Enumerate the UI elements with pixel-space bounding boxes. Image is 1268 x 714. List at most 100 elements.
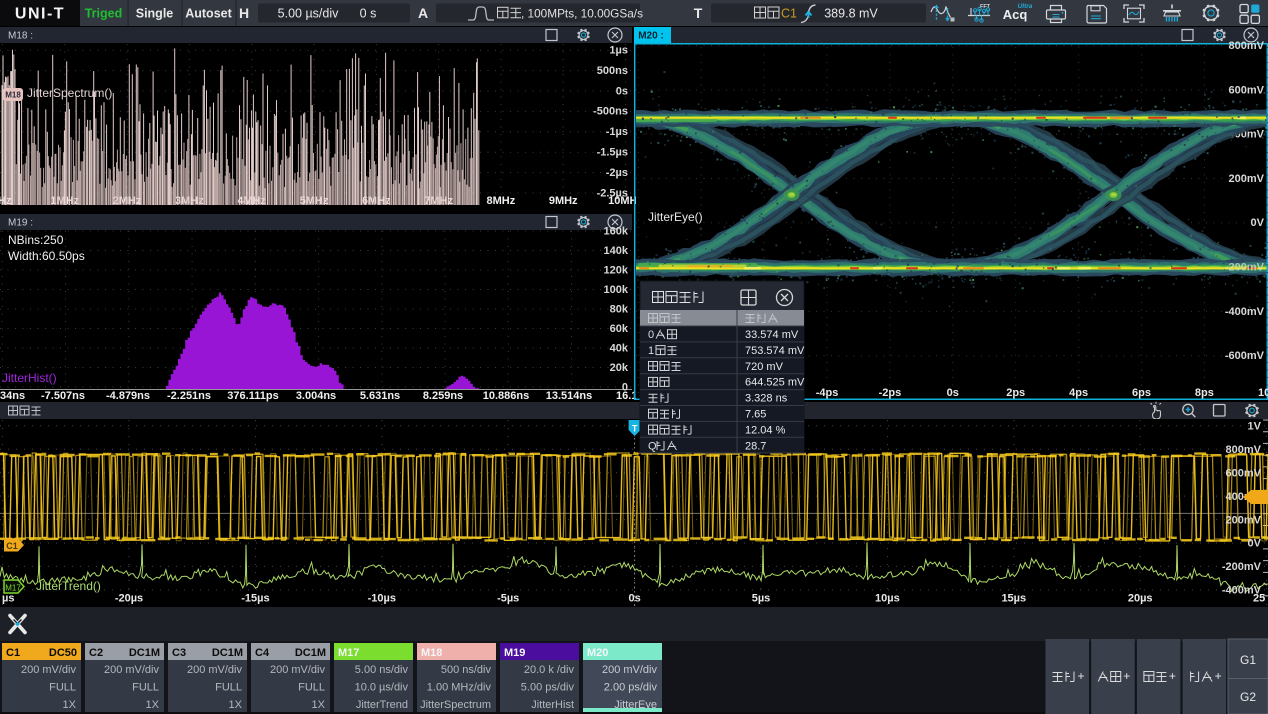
svg-text:C3: C3: [172, 647, 186, 659]
svg-text:644.525 mV: 644.525 mV: [745, 377, 805, 389]
svg-text:JitterHist: JitterHist: [531, 699, 574, 711]
svg-text:720 mV: 720 mV: [745, 361, 784, 373]
svg-text:60k: 60k: [610, 323, 629, 335]
svg-text:1: 1: [648, 345, 654, 357]
svg-text:FULL: FULL: [49, 682, 76, 694]
svg-text:10.886ns: 10.886ns: [483, 390, 529, 402]
svg-text:-2.5µs: -2.5µs: [597, 187, 628, 199]
svg-text:28.7: 28.7: [745, 440, 766, 452]
svg-text:20µs: 20µs: [1128, 593, 1153, 605]
svg-text:8ps: 8ps: [1195, 387, 1214, 399]
svg-text:100k: 100k: [604, 284, 629, 296]
svg-text:-600mV: -600mV: [1225, 350, 1265, 362]
svg-text:C1: C1: [6, 541, 18, 551]
svg-text:DC50: DC50: [49, 647, 77, 659]
svg-text:FULL: FULL: [215, 682, 242, 694]
svg-text:200mV: 200mV: [1226, 514, 1262, 526]
svg-text:+: +: [1123, 669, 1130, 683]
svg-text:Q: Q: [648, 440, 657, 452]
svg-text:-10µs: -10µs: [368, 593, 396, 605]
svg-text:0s: 0s: [628, 593, 640, 605]
svg-text:JitterSpectrum(): JitterSpectrum(): [27, 86, 112, 100]
svg-text:Autoset: Autoset: [185, 7, 232, 21]
svg-text:600mV: 600mV: [1226, 467, 1262, 479]
svg-text:-15µs: -15µs: [241, 593, 269, 605]
svg-text:0V: 0V: [1251, 217, 1265, 229]
svg-text:µs: µs: [2, 593, 14, 605]
svg-text:JitterHist(): JitterHist(): [2, 371, 57, 385]
svg-text:5.00 µs/div: 5.00 µs/div: [278, 7, 339, 21]
svg-text:M19: M19: [504, 647, 525, 659]
svg-text:389.8 mV: 389.8 mV: [824, 7, 878, 21]
svg-text:A: A: [418, 5, 428, 21]
svg-text:JitterSpectrum: JitterSpectrum: [420, 699, 491, 711]
svg-text:M17: M17: [338, 647, 359, 659]
svg-text:34ns: 34ns: [0, 390, 25, 402]
svg-text:C1: C1: [6, 647, 20, 659]
svg-text:200 mV/div: 200 mV/div: [187, 664, 243, 676]
svg-text:140k: 140k: [604, 245, 629, 257]
svg-text:M20: M20: [587, 647, 608, 659]
svg-text:-400mV: -400mV: [1222, 585, 1262, 597]
svg-text:3.328 ns: 3.328 ns: [745, 393, 788, 405]
svg-text:T: T: [632, 424, 638, 434]
svg-text:4ps: 4ps: [1069, 387, 1088, 399]
svg-text:2.00 ps/div: 2.00 ps/div: [604, 682, 658, 694]
svg-text:JitterTrend: JitterTrend: [356, 699, 408, 711]
svg-text:1X: 1X: [146, 699, 160, 711]
svg-text:800mV: 800mV: [1229, 40, 1265, 52]
svg-text:Ultra: Ultra: [1018, 3, 1033, 10]
svg-text:1µs: 1µs: [609, 45, 628, 57]
svg-text:Width:60.50ps: Width:60.50ps: [8, 249, 85, 263]
svg-text:10.0 µs/div: 10.0 µs/div: [355, 682, 409, 694]
svg-text:M18 :: M18 :: [8, 31, 33, 42]
svg-text:-1µs: -1µs: [606, 126, 628, 138]
svg-text:Triged: Triged: [85, 7, 123, 21]
svg-text:JitterEye(): JitterEye(): [648, 210, 703, 224]
svg-text:200mV: 200mV: [1229, 173, 1265, 185]
svg-text:JitterTrend(): JitterTrend(): [36, 579, 101, 593]
svg-text:DC1M: DC1M: [295, 647, 326, 659]
svg-text:M19 :: M19 :: [8, 218, 33, 229]
svg-text:0 s: 0 s: [360, 7, 377, 21]
svg-text:20k: 20k: [610, 362, 629, 374]
svg-text:-4.879ns: -4.879ns: [106, 390, 150, 402]
svg-text:15µs: 15µs: [1001, 593, 1026, 605]
svg-text:33.574 mV: 33.574 mV: [745, 329, 799, 341]
svg-text:160k: 160k: [604, 226, 629, 238]
svg-text:20.0 k /div: 20.0 k /div: [524, 664, 575, 676]
svg-text:5.00 ns/div: 5.00 ns/div: [355, 664, 409, 676]
svg-text:C4: C4: [255, 647, 270, 659]
svg-text:1X: 1X: [229, 699, 243, 711]
svg-text:DC1M: DC1M: [129, 647, 160, 659]
svg-text:M18: M18: [5, 91, 21, 100]
svg-text:7.65: 7.65: [745, 409, 766, 421]
svg-text:M17: M17: [5, 584, 21, 593]
svg-text:10ps: 10ps: [1258, 387, 1268, 399]
svg-text:5.631ns: 5.631ns: [360, 390, 400, 402]
svg-text:80k: 80k: [610, 304, 629, 316]
svg-text:120k: 120k: [604, 265, 629, 277]
svg-text:600mV: 600mV: [1229, 84, 1265, 96]
svg-text:-20µs: -20µs: [115, 593, 143, 605]
svg-text:376.111ps: 376.111ps: [227, 390, 278, 402]
svg-text:200 mV/div: 200 mV/div: [21, 664, 77, 676]
svg-text:-4ps: -4ps: [816, 387, 839, 399]
svg-text:NBins:250: NBins:250: [8, 233, 64, 247]
svg-text:6ps: 6ps: [1132, 387, 1151, 399]
svg-text:200 mV/div: 200 mV/div: [104, 664, 160, 676]
svg-text:200 mV/div: 200 mV/div: [270, 664, 326, 676]
svg-text:13.514ns: 13.514ns: [546, 390, 592, 402]
svg-text:UNI-T: UNI-T: [15, 6, 65, 23]
svg-text:-2µs: -2µs: [606, 167, 628, 179]
svg-text:C2: C2: [89, 647, 103, 659]
svg-text:800mV: 800mV: [1226, 444, 1262, 456]
svg-text:-400mV: -400mV: [1225, 306, 1265, 318]
svg-text:+: +: [1215, 669, 1222, 683]
svg-text:9MHz: 9MHz: [549, 195, 578, 207]
svg-text:500 ns/div: 500 ns/div: [441, 664, 492, 676]
svg-text:FULL: FULL: [132, 682, 159, 694]
svg-text:1.00 MHz/div: 1.00 MHz/div: [427, 682, 492, 694]
svg-text:DC1M: DC1M: [212, 647, 243, 659]
svg-text:+: +: [1077, 669, 1084, 683]
